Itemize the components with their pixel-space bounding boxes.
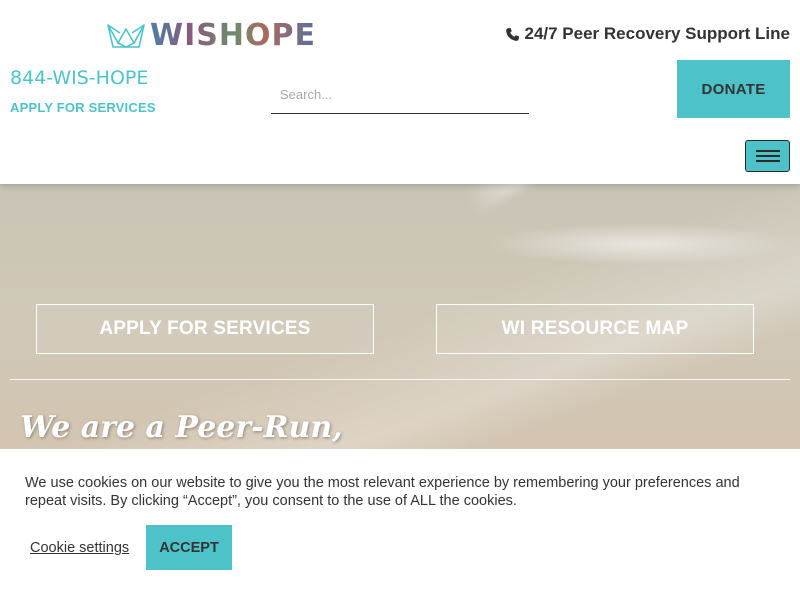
hero-apply-button[interactable]: APPLY FOR SERVICES (36, 304, 374, 354)
hamburger-icon (755, 150, 780, 152)
site-header: WISHOPE 24/7 Peer Recovery Support Line … (0, 0, 800, 184)
donate-button[interactable]: DONATE (677, 60, 790, 118)
phone-icon (505, 27, 519, 41)
hero-tagline: We are a Peer-Run, (20, 410, 343, 445)
phone-number[interactable]: 844-WIS-HOPE (10, 67, 148, 89)
cookie-message: We use cookies on our website to give yo… (25, 475, 740, 509)
accept-cookies-button[interactable]: ACCEPT (146, 525, 232, 570)
cookie-banner: We use cookies on our website to give yo… (0, 449, 800, 600)
hero-divider (10, 379, 790, 380)
site-logo[interactable]: WISHOPE (106, 17, 316, 53)
search-input[interactable] (271, 75, 529, 114)
logo-text: WISHOPE (150, 17, 316, 53)
hero-resource-map-button[interactable]: WI RESOURCE MAP (436, 304, 754, 354)
hamburger-icon-bar (755, 155, 780, 157)
support-line-label: 24/7 Peer Recovery Support Line (524, 24, 791, 43)
hamburger-icon-bar (755, 160, 780, 162)
menu-toggle-button[interactable] (745, 140, 790, 172)
cookie-settings-link[interactable]: Cookie settings (30, 540, 129, 556)
support-line[interactable]: 24/7 Peer Recovery Support Line (505, 24, 791, 44)
apply-for-services-link[interactable]: APPLY FOR SERVICES (10, 100, 156, 115)
crown-logo-icon (107, 24, 145, 48)
